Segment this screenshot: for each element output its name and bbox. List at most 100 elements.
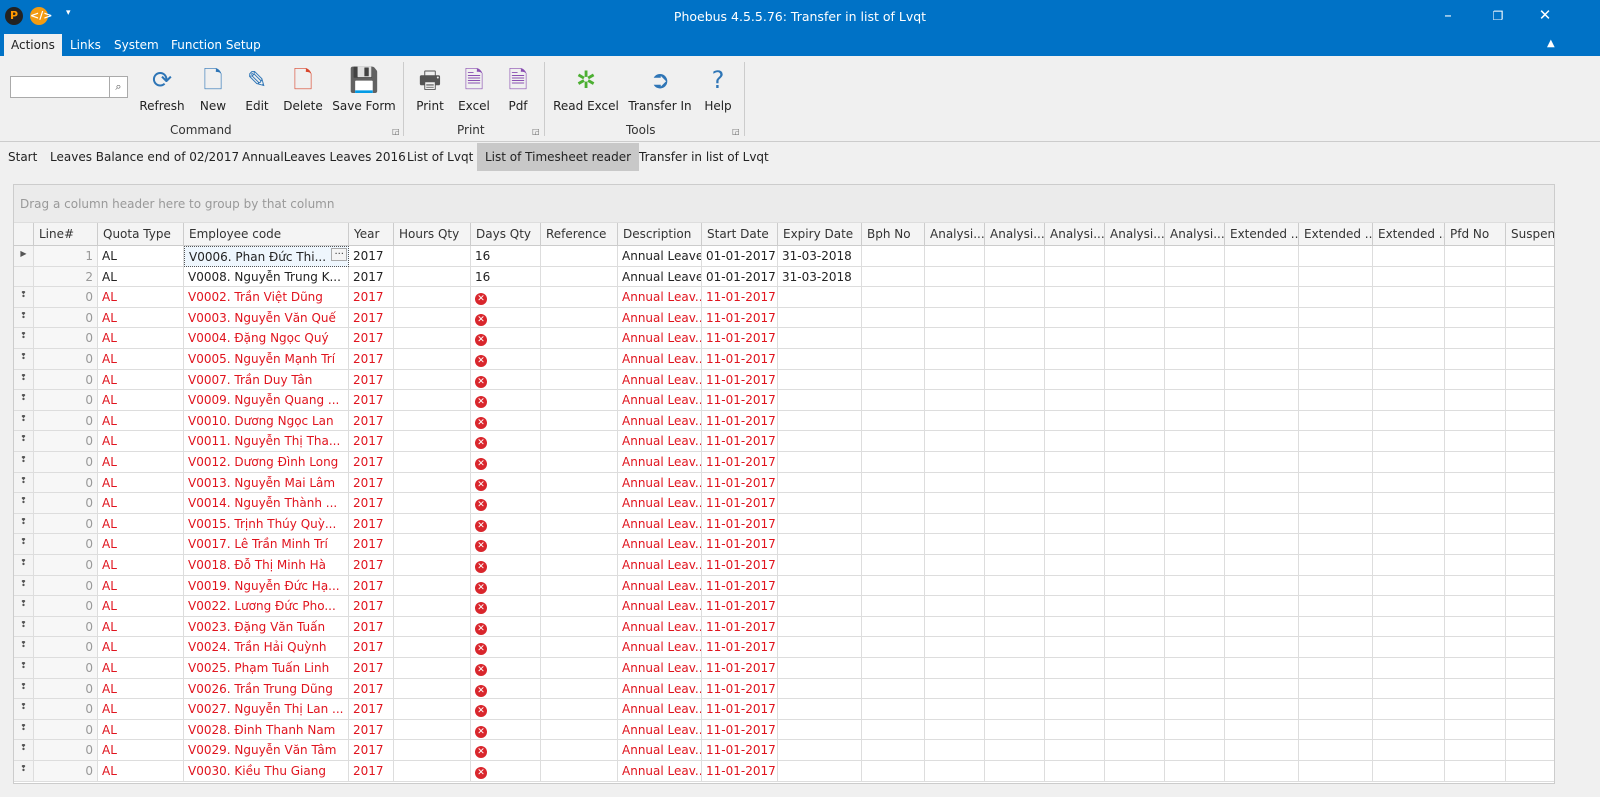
grid-cell[interactable] <box>1045 513 1105 535</box>
grid-cell[interactable]: 0 <box>34 369 98 391</box>
grid-cell[interactable] <box>541 452 618 473</box>
grid-cell[interactable] <box>1373 452 1445 473</box>
grid-cell[interactable] <box>394 699 471 720</box>
grid-cell[interactable] <box>1445 328 1506 349</box>
grid-cell[interactable] <box>1165 493 1225 514</box>
grid-cell[interactable] <box>541 266 618 288</box>
grid-cell[interactable] <box>1373 761 1445 782</box>
row-indicator[interactable]: ❢ <box>14 555 34 576</box>
grid-cell[interactable]: 01-01-2017 <box>702 266 778 288</box>
grid-cell[interactable] <box>778 287 862 308</box>
grid-cell[interactable] <box>1299 452 1373 473</box>
column-header[interactable]: Hours Qty <box>394 223 471 246</box>
column-header[interactable]: Reference <box>541 223 618 246</box>
grid-cell[interactable] <box>778 761 862 782</box>
grid-cell[interactable] <box>541 616 618 638</box>
grid-cell[interactable] <box>541 740 618 761</box>
grid-cell[interactable] <box>778 349 862 370</box>
grid-cell[interactable]: AL <box>98 596 184 617</box>
grid-cell[interactable] <box>1165 349 1225 370</box>
grid-cell[interactable] <box>1105 616 1165 638</box>
grid-cell[interactable]: 0 <box>34 555 98 576</box>
grid-cell[interactable]: 11-01-2017 <box>702 513 778 535</box>
grid-cell[interactable] <box>394 596 471 617</box>
grid-cell[interactable] <box>1045 575 1105 597</box>
grid-cell[interactable]: AL <box>98 307 184 329</box>
row-indicator[interactable]: ❢ <box>14 761 34 782</box>
grid-cell[interactable]: V0007. Trần Duy Tân <box>184 369 349 391</box>
grid-cell[interactable]: 0 <box>34 328 98 349</box>
grid-cell[interactable] <box>1225 410 1299 432</box>
grid-cell[interactable]: 0 <box>34 616 98 638</box>
grid-cell[interactable] <box>1299 637 1373 658</box>
grid-cell[interactable]: ✕ <box>471 719 541 741</box>
grid-cell[interactable] <box>1299 534 1373 555</box>
grid-cell[interactable]: ✕ <box>471 452 541 473</box>
row-indicator[interactable]: ❢ <box>14 287 34 308</box>
grid-cell[interactable]: 11-01-2017 <box>702 555 778 576</box>
grid-cell[interactable]: Annual Leav... <box>618 513 702 535</box>
column-header[interactable]: Description <box>618 223 702 246</box>
grid-cell[interactable]: ✕ <box>471 390 541 411</box>
grid-cell[interactable] <box>1445 452 1506 473</box>
grid-cell[interactable]: 31-03-2018 <box>778 266 862 288</box>
grid-cell[interactable] <box>778 431 862 452</box>
grid-cell[interactable] <box>1045 637 1105 658</box>
grid-cell[interactable] <box>1225 513 1299 535</box>
grid-cell[interactable]: AL <box>98 328 184 349</box>
grid-cell[interactable] <box>1299 555 1373 576</box>
grid-cell[interactable]: 11-01-2017 <box>702 390 778 411</box>
grid-cell[interactable] <box>985 761 1045 782</box>
grid-cell[interactable]: 0 <box>34 761 98 782</box>
grid-cell[interactable] <box>1373 246 1445 267</box>
grid-cell[interactable] <box>1165 307 1225 329</box>
grid-cell[interactable]: ✕ <box>471 658 541 679</box>
grid-cell[interactable]: V0026. Trần Trung Dũng <box>184 678 349 700</box>
grid-cell[interactable]: 0 <box>34 534 98 555</box>
grid-cell[interactable]: 11-01-2017 <box>702 678 778 700</box>
column-header[interactable]: Extended ... <box>1373 223 1445 246</box>
grid-cell[interactable] <box>925 616 985 638</box>
grid-cell[interactable] <box>394 452 471 473</box>
grid-cell[interactable] <box>1506 328 1554 349</box>
grid-cell[interactable]: 0 <box>34 658 98 679</box>
column-header[interactable]: Analysi... <box>985 223 1045 246</box>
grid-cell[interactable]: AL <box>98 472 184 494</box>
grid-cell[interactable]: Annual Leav... <box>618 493 702 514</box>
grid-cell[interactable]: 2017 <box>349 431 394 452</box>
grid-cell[interactable] <box>1045 761 1105 782</box>
grid-cell[interactable] <box>985 307 1045 329</box>
grid-cell[interactable]: 16 <box>471 246 541 267</box>
grid-cell[interactable] <box>541 575 618 597</box>
grid-cell[interactable] <box>1225 596 1299 617</box>
grid-cell[interactable]: V0009. Nguyễn Quang ... <box>184 390 349 411</box>
grid-cell[interactable]: 31-03-2018 <box>778 246 862 267</box>
grid-cell[interactable]: 2017 <box>349 678 394 700</box>
search-input[interactable]: ⌕ <box>10 76 128 98</box>
grid-cell[interactable] <box>1165 431 1225 452</box>
grid-cell[interactable]: 0 <box>34 740 98 761</box>
grid-cell[interactable] <box>985 493 1045 514</box>
grid-cell[interactable] <box>1445 678 1506 700</box>
grid-cell[interactable] <box>1299 740 1373 761</box>
grid-cell[interactable] <box>1506 493 1554 514</box>
grid-cell[interactable] <box>1165 740 1225 761</box>
grid-cell[interactable] <box>925 328 985 349</box>
grid-cell[interactable]: 11-01-2017 <box>702 616 778 638</box>
grid-cell[interactable] <box>925 369 985 391</box>
grid-cell[interactable] <box>1506 555 1554 576</box>
grid-cell[interactable]: 11-01-2017 <box>702 431 778 452</box>
tab-leaves-balance[interactable]: Leaves Balance end of 02/2017 <box>42 143 247 171</box>
grid-cell[interactable] <box>1299 287 1373 308</box>
grid-cell[interactable] <box>1165 719 1225 741</box>
grid-cell[interactable] <box>985 369 1045 391</box>
minimize-button[interactable]: – <box>1438 6 1458 24</box>
grid-cell[interactable] <box>1373 307 1445 329</box>
grid-cell[interactable] <box>1225 555 1299 576</box>
grid-cell[interactable] <box>1506 617 1554 638</box>
grid-cell[interactable] <box>925 246 985 267</box>
grid-cell[interactable] <box>1225 266 1299 288</box>
grid-cell[interactable]: V0013. Nguyễn Mai Lâm <box>184 472 349 494</box>
grid-cell[interactable] <box>541 431 618 452</box>
grid-cell[interactable] <box>1165 452 1225 473</box>
